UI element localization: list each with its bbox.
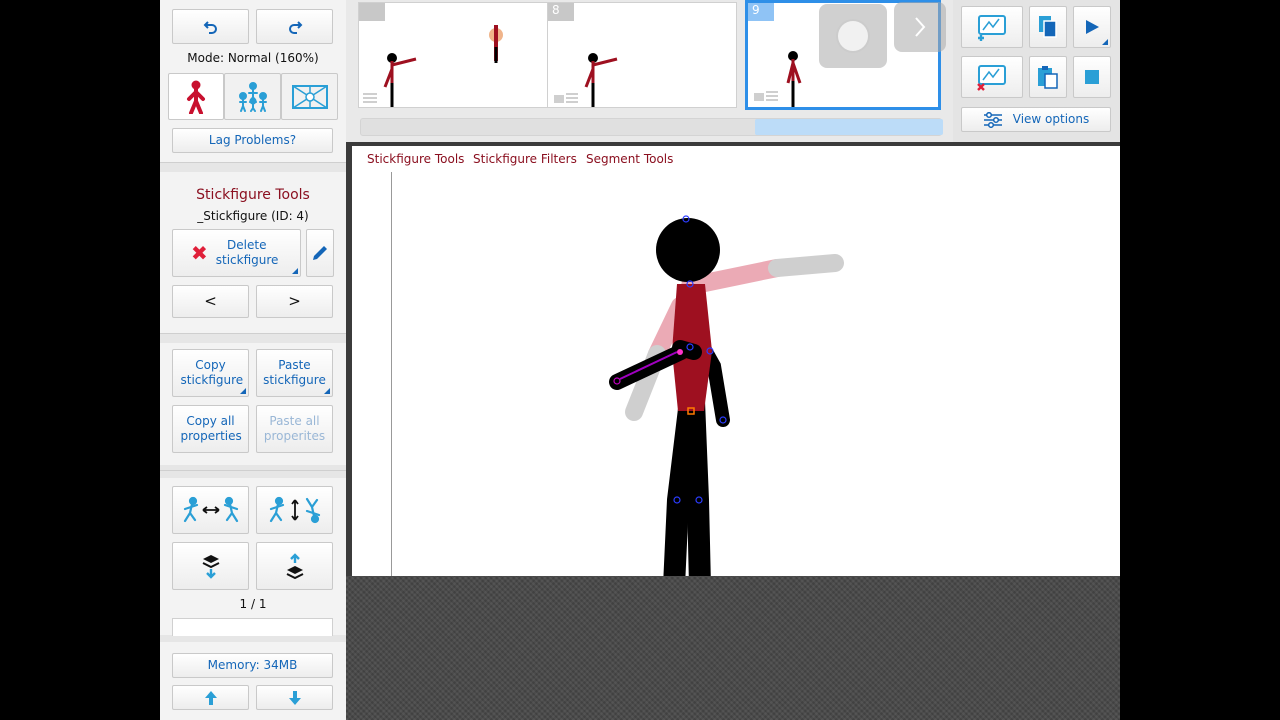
undo-icon	[203, 20, 217, 34]
flip-vertical-button[interactable]	[256, 486, 333, 534]
delete-frame-icon	[977, 65, 1006, 91]
send-backward-button[interactable]	[172, 542, 249, 590]
paste-icon	[1038, 66, 1058, 89]
mode-label: Mode: Normal (160%)	[187, 51, 319, 65]
group-mode-button[interactable]	[224, 73, 281, 120]
lag-problems-button[interactable]: Lag Problems?	[172, 128, 333, 153]
play-icon	[1086, 20, 1099, 34]
list-box	[172, 618, 333, 636]
frame-menu-icon	[363, 93, 377, 103]
flip-horizontal-icon	[183, 496, 238, 523]
frame-tools: View options	[953, 0, 1120, 142]
flip-vertical-icon	[269, 496, 320, 524]
memory-button[interactable]: Memory: 34MB	[172, 653, 333, 678]
animation-canvas[interactable]: Stickfigure Tools Stickfigure Filters Se…	[352, 146, 1120, 576]
sliders-icon	[983, 111, 1002, 128]
stickfigure-tools-title: Stickfigure Tools	[196, 187, 310, 203]
stop-button[interactable]	[1073, 56, 1111, 98]
delete-stickfigure-label: Delete stickfigure	[215, 238, 279, 267]
onion-skin-button[interactable]	[819, 4, 887, 68]
stickfigure-red-icon	[187, 80, 205, 114]
view-options-button[interactable]: View options	[961, 107, 1111, 132]
onion-skin-figure	[625, 254, 844, 421]
delete-stickfigure-button[interactable]: ✖ Delete stickfigure	[172, 229, 301, 277]
next-frame-overlay-button[interactable]	[894, 2, 946, 52]
stop-icon	[1085, 70, 1099, 84]
add-frame-button[interactable]	[961, 6, 1023, 48]
redo-icon	[288, 20, 302, 34]
background-image-icon	[291, 84, 328, 109]
dropdown-corner-icon	[324, 388, 330, 394]
copy-frame-button[interactable]	[1029, 6, 1067, 48]
single-figure-mode-button[interactable]	[168, 73, 224, 120]
stickfigure[interactable]	[352, 146, 1120, 576]
undo-button[interactable]	[172, 9, 249, 44]
flip-horizontal-button[interactable]	[172, 486, 249, 534]
dropdown-corner-icon	[240, 388, 246, 394]
move-down-button[interactable]	[256, 685, 333, 710]
next-figure-button[interactable]: >	[256, 285, 333, 318]
arrow-up-icon	[204, 690, 217, 705]
divider	[160, 162, 346, 163]
paste-all-properties-label: Paste all properites	[263, 414, 326, 443]
frame-preview	[554, 53, 618, 107]
scrollbar-thumb[interactable]	[755, 119, 943, 135]
delete-frame-button[interactable]	[961, 56, 1023, 98]
record-circle-icon	[836, 19, 870, 53]
paste-all-properties-button[interactable]: Paste all properites	[256, 405, 333, 453]
edit-stickfigure-button[interactable]	[306, 229, 334, 277]
redo-button[interactable]	[256, 9, 333, 44]
frame-thumbnail[interactable]	[358, 2, 548, 108]
add-frame-icon	[978, 15, 1006, 41]
divider	[160, 470, 346, 471]
stickfigure-group-icon	[238, 81, 267, 112]
previous-figure-button[interactable]: <	[172, 285, 249, 318]
bring-forward-button[interactable]	[256, 542, 333, 590]
paste-frame-button[interactable]	[1029, 56, 1067, 98]
timeline-scrollbar[interactable]	[360, 118, 943, 136]
layer-down-icon	[202, 555, 219, 579]
layer-up-icon	[286, 553, 303, 579]
dropdown-corner-icon	[292, 268, 298, 274]
frame-preview	[363, 25, 503, 107]
delete-x-icon: ✖	[191, 241, 208, 265]
copy-all-properties-label: Copy all properties	[180, 414, 242, 443]
paste-stickfigure-button[interactable]: Paste stickfigure	[256, 349, 333, 397]
frame-thumbnail[interactable]: 8	[547, 2, 737, 108]
left-panel: Mode: Normal (160%) Lag Problems? Stickf…	[160, 0, 346, 720]
background-mode-button[interactable]	[281, 73, 338, 120]
dropdown-corner-icon	[1102, 39, 1108, 45]
copy-icon	[1039, 16, 1057, 38]
chevron-right-icon	[915, 17, 926, 37]
figure-name-label: _Stickfigure (ID: 4)	[197, 209, 309, 223]
pencil-icon	[313, 246, 327, 260]
frame-menu-icon	[554, 93, 578, 103]
frame-menu-icon	[754, 91, 778, 101]
paste-stickfigure-label: Paste stickfigure	[263, 358, 326, 387]
divider	[160, 333, 346, 334]
copy-stickfigure-button[interactable]: Copy stickfigure	[172, 349, 249, 397]
page-counter: 1 / 1	[239, 597, 267, 611]
play-button[interactable]	[1073, 6, 1111, 48]
copy-all-properties-button[interactable]: Copy all properties	[172, 405, 249, 453]
selected-joint	[677, 349, 683, 355]
move-up-button[interactable]	[172, 685, 249, 710]
arrow-down-icon	[288, 690, 301, 705]
view-options-label: View options	[1012, 112, 1090, 126]
copy-stickfigure-label: Copy stickfigure	[180, 358, 244, 387]
workspace-background	[346, 576, 1120, 720]
